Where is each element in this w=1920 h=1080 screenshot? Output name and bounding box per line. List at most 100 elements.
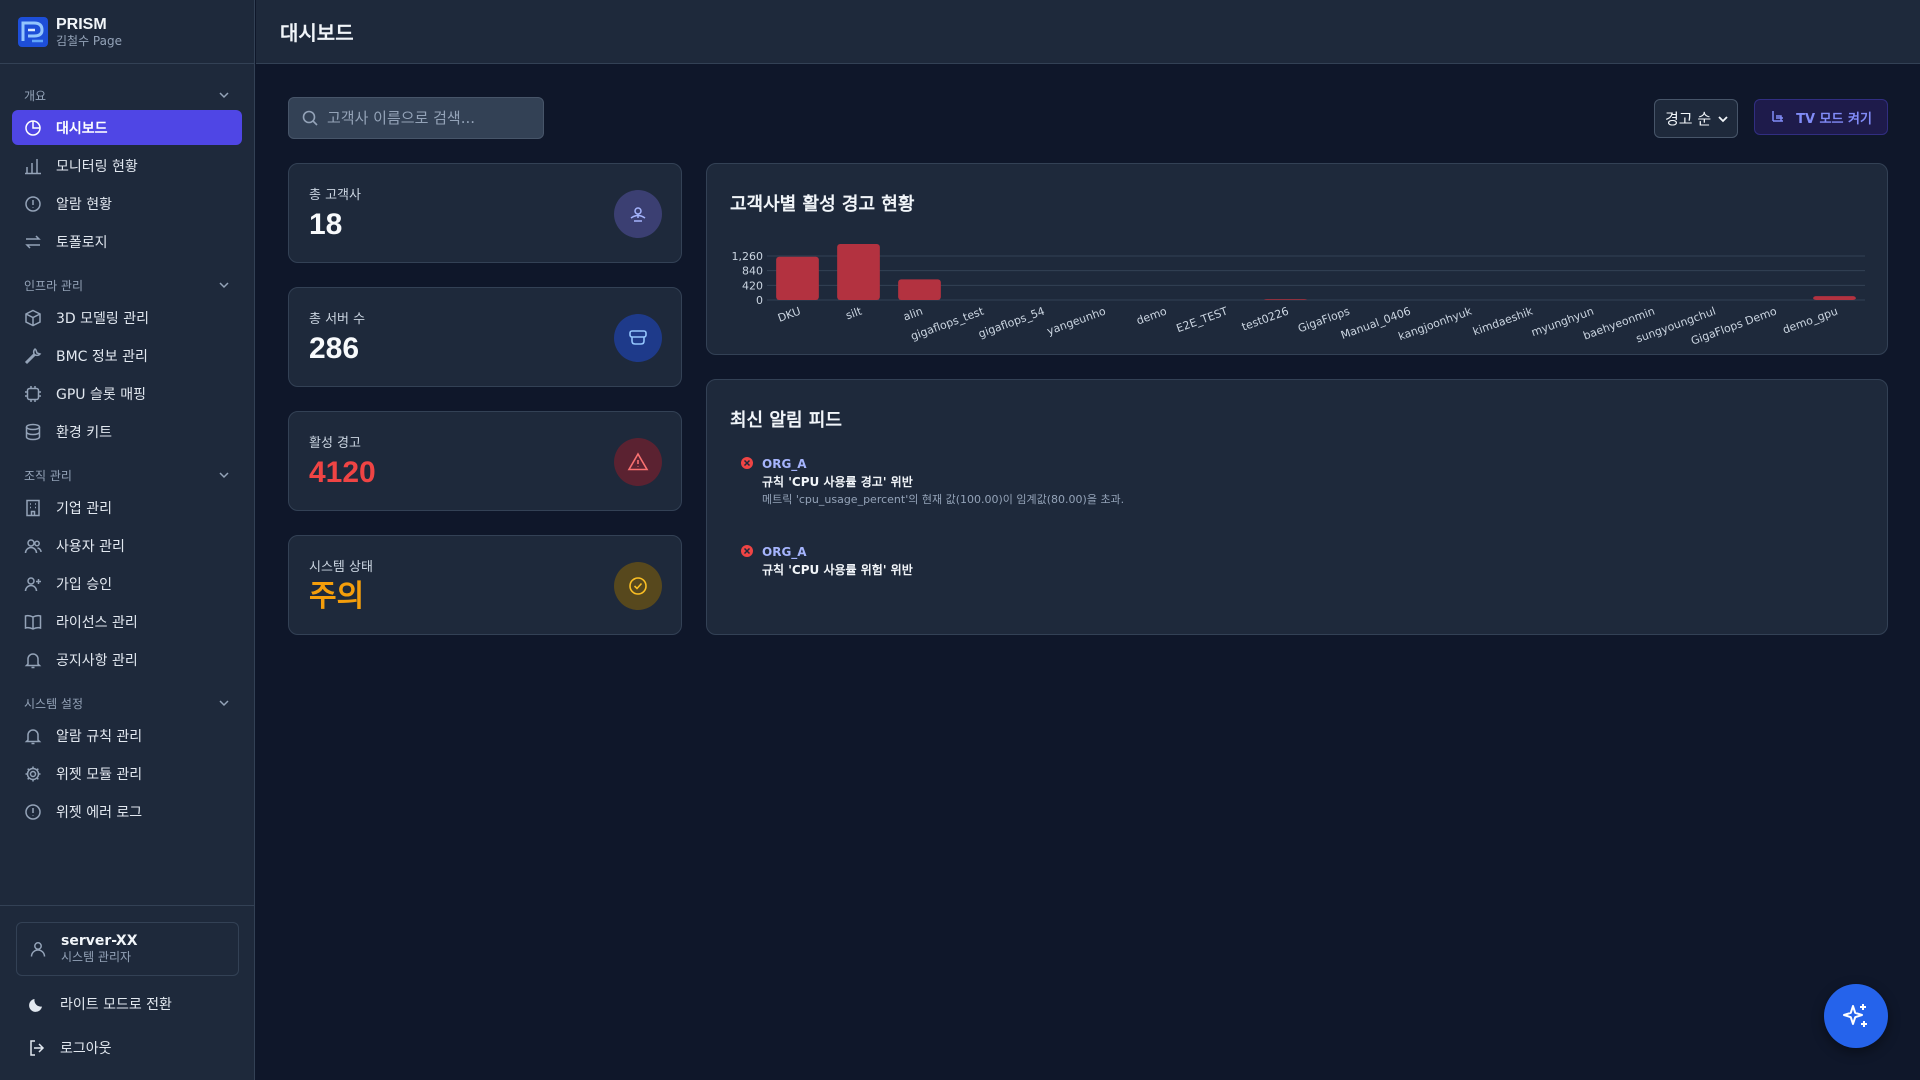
feed-org: ORG_A: [762, 457, 807, 471]
sidebar-item-gpu-slot[interactable]: GPU 슬롯 매핑: [12, 376, 242, 411]
feed-org: ORG_A: [762, 545, 807, 559]
stat-value: 18: [309, 208, 343, 241]
x-tick-label: E2E_TEST: [1175, 305, 1230, 336]
server-icon: [629, 330, 647, 345]
stat-value: 4120: [309, 456, 376, 489]
user-card[interactable]: server-XX 시스템 관리자: [16, 922, 239, 976]
stat-icon-wrap: [614, 562, 662, 610]
sidebar-item-bmc[interactable]: BMC 정보 관리: [12, 338, 242, 373]
chart-panel: 고객사별 활성 경고 현황 0 420 840 1,260 DKU silt alin gig…: [706, 163, 1888, 355]
section-org[interactable]: 조직 관리: [0, 464, 254, 486]
main-content: 경고 순 TV 모드 켜기 총 고객사 18 총 서버 수 286 활성 경고 …: [256, 65, 1920, 1080]
tv-mode-icon: [1772, 111, 1784, 122]
sidebar-item-label: 알람 현황: [56, 196, 112, 213]
bar-test0226[interactable]: [1264, 299, 1307, 300]
satellite-icon: [630, 207, 646, 222]
cube-icon: [24, 309, 42, 327]
section-overview[interactable]: 개요: [0, 84, 254, 106]
sidebar-item-companies[interactable]: 기업 관리: [12, 490, 242, 525]
sidebar-item-widget-modules[interactable]: 위젯 모듈 관리: [12, 756, 242, 791]
sort-select-value: 경고 순: [1665, 110, 1712, 128]
chip-icon: [24, 385, 42, 403]
sidebar-item-label: 기업 관리: [56, 500, 112, 517]
sidebar-item-signup-approval[interactable]: 가입 승인: [12, 566, 242, 601]
check-circle-icon: [629, 577, 647, 595]
chevron-down-icon: [219, 472, 229, 479]
feed-item[interactable]: ORG_A 규칙 'CPU 사용률 경고' 위반 메트릭 'cpu_usage_…: [737, 456, 1857, 508]
sidebar-item-alarms[interactable]: 알람 현황: [12, 186, 242, 221]
sidebar-item-label: 공지사항 관리: [56, 652, 138, 669]
brand-title: PRISM: [56, 15, 107, 33]
theme-toggle-button[interactable]: 라이트 모드로 전환: [16, 984, 239, 1024]
bell-icon: [24, 727, 42, 745]
sidebar-item-label: 위젯 에러 로그: [56, 804, 143, 821]
gear-icon: [24, 765, 42, 783]
user-icon: [30, 942, 46, 957]
stat-label: 활성 경고: [309, 436, 361, 451]
sidebar-item-label: 라이선스 관리: [56, 614, 138, 631]
chevron-down-icon: [219, 92, 229, 99]
bar-chart-icon: [24, 157, 42, 175]
sidebar-item-monitoring[interactable]: 모니터링 현황: [12, 148, 242, 183]
y-tick-label: 1,260: [732, 250, 764, 263]
section-label: 조직 관리: [24, 468, 72, 483]
search-icon: [302, 110, 318, 126]
section-system[interactable]: 시스템 설정: [0, 692, 254, 714]
sidebar-item-label: 사용자 관리: [56, 538, 125, 555]
stat-label: 총 서버 수: [309, 312, 366, 327]
stat-icon-wrap: [614, 190, 662, 238]
section-infra[interactable]: 인프라 관리: [0, 274, 254, 296]
sidebar-item-label: 알람 규칙 관리: [56, 728, 143, 745]
sort-select[interactable]: 경고 순: [1654, 99, 1738, 138]
x-tick-label: DKU: [776, 305, 802, 325]
sidebar-item-label: 가입 승인: [56, 576, 112, 593]
bar-DKU[interactable]: [776, 256, 819, 300]
user-role: 시스템 관리자: [61, 950, 132, 964]
sidebar-item-dashboard[interactable]: 대시보드: [12, 110, 242, 145]
sidebar-item-label: 대시보드: [56, 120, 108, 137]
sidebar-item-alarm-rules[interactable]: 알람 규칙 관리: [12, 718, 242, 753]
building-icon: [24, 499, 42, 517]
feed-panel: 최신 알림 피드 ORG_A 규칙 'CPU 사용률 경고' 위반 메트릭 'c…: [706, 379, 1888, 635]
brand[interactable]: PRISM 김철수 Page: [0, 0, 254, 64]
logout-button[interactable]: 로그아웃: [16, 1028, 239, 1068]
sidebar-item-license[interactable]: 라이선스 관리: [12, 604, 242, 639]
search-input[interactable]: [327, 109, 527, 127]
wrench-icon: [24, 347, 42, 365]
error-x-icon: [741, 457, 753, 469]
user-name: server-XX: [61, 933, 138, 949]
x-tick-label: test0226: [1240, 305, 1291, 334]
stat-card-customers: 총 고객사 18: [288, 163, 682, 263]
sidebar-item-widget-errors[interactable]: 위젯 에러 로그: [12, 794, 242, 829]
arrows-swap-icon: [24, 233, 42, 251]
sidebar-item-label: BMC 정보 관리: [56, 348, 148, 365]
stat-icon-wrap: [614, 438, 662, 486]
alerts-bar-chart: 04208401,260DKU silt alingigaflops_testgig…: [732, 244, 1865, 348]
sidebar-item-notices[interactable]: 공지사항 관리: [12, 642, 242, 677]
bar-silt[interactable]: [837, 244, 880, 300]
tv-mode-button[interactable]: TV 모드 켜기: [1754, 99, 1888, 135]
sidebar-item-label: 토폴로지: [56, 234, 108, 251]
search-box[interactable]: [288, 97, 544, 139]
ai-assistant-button[interactable]: [1824, 984, 1888, 1048]
sidebar-item-label: 위젯 모듈 관리: [56, 766, 143, 783]
y-tick-label: 840: [742, 265, 763, 278]
sidebar-item-users[interactable]: 사용자 관리: [12, 528, 242, 563]
feed-rule: 규칙 'CPU 사용률 경고' 위반: [762, 475, 913, 489]
sidebar-item-label: 모니터링 현황: [56, 158, 138, 175]
feed-item[interactable]: ORG_A 규칙 'CPU 사용률 위험' 위반: [737, 544, 1857, 578]
warning-triangle-icon: [627, 452, 649, 471]
chevron-down-icon: [219, 282, 229, 289]
sidebar-footer: server-XX 시스템 관리자 라이트 모드로 전환 로그아웃: [0, 905, 255, 1080]
bar-demo_gpu[interactable]: [1813, 296, 1856, 300]
sidebar-item-3d-modeling[interactable]: 3D 모델링 관리: [12, 300, 242, 335]
sidebar-item-topology[interactable]: 토폴로지: [12, 224, 242, 259]
sidebar: PRISM 김철수 Page 개요 대시보드 모니터링 현황 알람 현황 토폴로…: [0, 0, 255, 1080]
sidebar-item-env-kit[interactable]: 환경 키트: [12, 414, 242, 449]
alert-circle-icon: [24, 195, 42, 213]
stat-label: 총 고객사: [309, 188, 361, 203]
bar-alin[interactable]: [898, 279, 941, 300]
stat-value: 286: [309, 332, 360, 365]
chart-pie-icon: [24, 119, 42, 137]
sidebar-item-label: GPU 슬롯 매핑: [56, 386, 146, 403]
